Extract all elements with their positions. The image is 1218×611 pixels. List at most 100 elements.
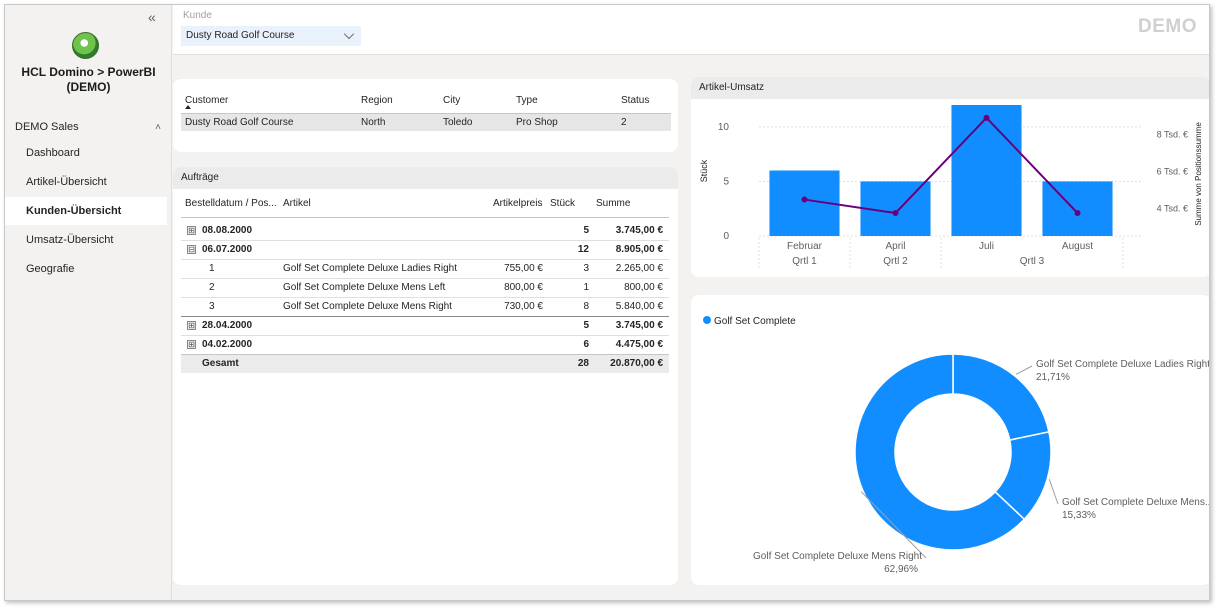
cell-article: Golf Set Complete Deluxe Ladies Right [283,263,457,274]
line-series [804,116,1079,215]
y2-tick-label: 4 Tsd. € [1157,203,1188,213]
col-header-artikelpreis[interactable]: Artikelpreis [493,195,542,213]
sort-ascending-icon [185,105,191,109]
collapse-sidebar-icon[interactable]: « [148,9,156,25]
quarter-label: Qrtl 2 [883,256,908,267]
nav-section-demo-sales[interactable]: DEMO Sales ˄ [15,118,165,136]
cell-price: 730,00 € [504,301,543,312]
donut-chart[interactable]: Golf Set Complete Golf Set Complete Delux… [691,295,1210,585]
cell-status: 2 [621,117,627,128]
leader-line [1048,478,1059,505]
line-point [983,114,990,121]
cell-qty: 5 [583,320,589,331]
donut-card: Golf Set Complete Golf Set Complete Delux… [691,295,1210,585]
expand-icon[interactable]: ⊞ [187,340,196,349]
app-title: HCL Domino > PowerBI (DEMO) [5,65,172,95]
cell-sum: 4.475,00 € [615,339,663,350]
bar [951,105,1022,236]
table-row[interactable]: ⊞ 04.02.2000 6 4.475,00 € [181,336,669,354]
cell-sum: 3.745,00 € [615,320,663,331]
y-tick-label: 5 [723,176,729,187]
table-row[interactable]: ⊟ 06.07.2000 12 8.905,00 € [181,241,669,259]
cell-date: 06.07.2000 [202,244,253,255]
col-header-artikel[interactable]: Artikel [283,195,311,213]
cell-price: 755,00 € [504,263,543,274]
col-header-type[interactable]: Type [516,92,538,110]
col-header-bestelldatum[interactable]: Bestelldatum / Pos... [185,195,277,213]
cell-qty: 6 [583,339,589,350]
orders-card: Aufträge Bestelldatum / Pos... Artikel A… [173,167,678,585]
cell-type: Pro Shop [516,117,558,128]
cell-city: Toledo [443,117,473,128]
line-point [801,196,808,203]
slice-label: Golf Set Complete Deluxe Ladies Right [1036,359,1210,370]
table-row[interactable]: 2 Golf Set Complete Deluxe Mens Left 800… [181,279,669,297]
filter-bar: Kunde Dusty Road Golf Course DEMO [173,5,1209,55]
col-header-summe[interactable]: Summe [596,195,630,213]
expand-icon[interactable]: ⊞ [187,226,196,235]
app-title-line1: HCL Domino > PowerBI [21,65,156,79]
legend-marker [703,316,711,324]
nav-item-dashboard[interactable]: Dashboard [5,139,167,167]
nav-item-geografie[interactable]: Geografie [5,255,167,283]
x-tick-label: April [885,241,905,252]
col-header-status[interactable]: Status [621,92,649,110]
cell-pos: 3 [209,301,215,312]
leader-line [1015,365,1033,375]
slice-label: Golf Set Complete Deluxe Mens Right [753,551,922,562]
cell-sum: 2.265,00 € [615,263,663,274]
y2-axis-title: Summe von Positionssumme [1194,122,1203,226]
total-row: Gesamt 28 20.870,00 € [181,354,669,373]
sidebar: « HCL Domino > PowerBI (DEMO) DEMO Sales… [5,5,172,600]
orders-header: Bestelldatum / Pos... Artikel Artikelpre… [181,195,669,213]
artikel-umsatz-card: Artikel-Umsatz 0 5 10 4 Tsd. € 6 Tsd. € 8 Tsd… [691,77,1210,277]
donut-slice [952,353,1050,441]
col-header-city[interactable]: City [443,92,460,110]
nav-section-label: DEMO Sales [15,121,79,133]
kunde-filter-label: Kunde [183,10,212,21]
report-frame: « HCL Domino > PowerBI (DEMO) DEMO Sales… [4,4,1210,601]
total-label: Gesamt [202,358,239,369]
table-row[interactable]: 3 Golf Set Complete Deluxe Mens Right 73… [181,298,669,316]
kunde-dropdown[interactable]: Dusty Road Golf Course [181,26,361,46]
cell-sum: 800,00 € [624,282,663,293]
cell-date: 04.02.2000 [202,339,253,350]
col-header-stueck[interactable]: Stück [550,195,575,213]
cell-qty: 12 [577,244,589,255]
y-tick-label: 10 [718,122,730,133]
y-tick-label: 0 [723,231,729,242]
y2-tick-label: 6 Tsd. € [1157,166,1188,176]
total-qty: 28 [577,358,589,369]
legend-label: Golf Set Complete [714,316,796,327]
x-tick-label: August [1062,241,1093,252]
quarter-label: Qrtl 3 [1020,256,1045,267]
x-tick-label: Juli [979,241,994,252]
slice-percent-label: 15,33% [1062,510,1096,521]
col-header-customer[interactable]: Customer [185,92,228,110]
nav-item-artikel-uebersicht[interactable]: Artikel-Übersicht [5,168,167,196]
table-row[interactable]: ⊞ 28.04.2000 5 3.745,00 € [181,317,669,335]
cell-price: 800,00 € [504,282,543,293]
cell-date: 28.04.2000 [202,320,253,331]
cell-customer: Dusty Road Golf Course [185,117,294,128]
col-header-region[interactable]: Region [361,92,393,110]
table-row[interactable]: 1 Golf Set Complete Deluxe Ladies Right … [181,260,669,278]
collapse-icon[interactable]: ⊟ [187,245,196,254]
cell-article: Golf Set Complete Deluxe Mens Left [283,282,446,293]
combo-chart[interactable]: 0 5 10 4 Tsd. € 6 Tsd. € 8 Tsd. € Stück Summe v… [691,99,1210,277]
app-title-line2: (DEMO) [66,80,111,94]
total-sum: 20.870,00 € [610,358,663,369]
cell-pos: 2 [209,282,215,293]
cell-sum: 3.745,00 € [615,225,663,236]
cell-sum: 8.905,00 € [615,244,663,255]
nav-item-kunden-uebersicht[interactable]: Kunden-Übersicht [5,197,167,225]
demo-badge: DEMO [1138,16,1197,37]
header-divider [181,217,669,218]
customer-table-header: Customer Region City Type Status [185,92,671,110]
chevron-up-icon: ˄ [155,121,161,133]
nav-item-umsatz-uebersicht[interactable]: Umsatz-Übersicht [5,226,167,254]
expand-icon[interactable]: ⊞ [187,321,196,330]
slice-label: Golf Set Complete Deluxe Mens... [1062,497,1210,508]
table-row[interactable]: Dusty Road Golf Course North Toledo Pro … [181,113,671,131]
table-row[interactable]: ⊞ 08.08.2000 5 3.745,00 € [181,222,669,240]
